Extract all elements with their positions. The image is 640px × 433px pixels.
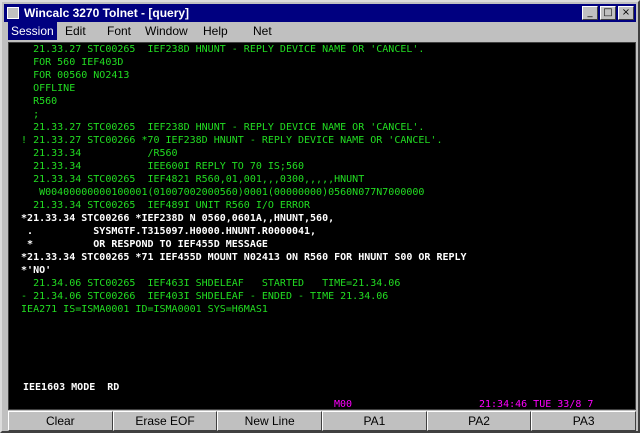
pa3-button[interactable]: PA3	[531, 411, 637, 431]
pa1-button[interactable]: PA1	[322, 411, 427, 431]
terminal-line: OFFLINE	[9, 83, 76, 94]
title-bar: Wincalc 3270 Tolnet - [query] _ □ ×	[4, 4, 636, 22]
terminal-line: *21.33.34 STC00265 *71 IEF455D MOUNT N02…	[9, 252, 467, 263]
minimize-button[interactable]: _	[582, 6, 598, 20]
terminal-screen[interactable]: 21.33.27 STC00265 IEF238D HNUNT - REPLY …	[8, 42, 636, 410]
menu-edit[interactable]: Edit	[62, 22, 89, 40]
window-controls: _ □ ×	[582, 6, 634, 20]
function-button-row: Clear Erase EOF New Line PA1 PA2 PA3	[8, 411, 637, 431]
close-button[interactable]: ×	[618, 6, 634, 20]
app-icon[interactable]	[7, 7, 19, 19]
app-window: Wincalc 3270 Tolnet - [query] _ □ × Sess…	[0, 0, 640, 433]
pa2-button[interactable]: PA2	[426, 411, 532, 431]
maximize-button[interactable]: □	[600, 6, 616, 20]
terminal-line: ;	[9, 109, 40, 120]
terminal-line: R560	[9, 96, 58, 107]
terminal-line: 21.33.27 STC00265 IEF238D HNUNT - REPLY …	[9, 44, 425, 55]
terminal-line: IEA271 IS=ISMA0001 ID=ISMA0001 SYS=H6MAS…	[9, 304, 268, 315]
menu-bar: Session Edit Font Window Help Net	[4, 22, 636, 40]
new-line-button[interactable]: New Line	[217, 411, 323, 431]
terminal-line: *21.33.34 STC00266 *IEF238D N 0560,0601A…	[9, 213, 335, 224]
terminal-line: - 21.34.06 STC00266 IEF403I SHDELEAF - E…	[9, 291, 389, 302]
terminal-line: * OR RESPOND TO IEF455D MESSAGE	[9, 239, 268, 250]
terminal-line: 21.33.34 STC00265 IEF489I UNIT R560 I/O …	[9, 200, 311, 211]
terminal-line: 21.33.27 STC00265 IEF238D HNUNT - REPLY …	[9, 122, 425, 133]
terminal-line: 21.33.34 IEE600I REPLY TO 70 IS;560	[9, 161, 305, 172]
command-line[interactable]: IEE1603 MODE RD	[23, 382, 119, 393]
menu-font[interactable]: Font	[104, 22, 134, 40]
status-indicator: M00	[334, 399, 353, 410]
clear-button[interactable]: Clear	[8, 411, 113, 431]
window-title: Wincalc 3270 Tolnet - [query]	[24, 6, 190, 20]
menu-help[interactable]: Help	[200, 22, 231, 40]
terminal-line: 21.33.34 STC00265 IEF4821 R560,01,001,,,…	[9, 174, 365, 185]
status-datetime: 21:34:46 TUE 33/8 7	[479, 399, 594, 410]
terminal-line: FOR 00560 NO2413	[9, 70, 130, 81]
terminal-line: 21.34.06 STC00265 IEF463I SHDELEAF START…	[9, 278, 401, 289]
terminal-line: *'NO'	[9, 265, 52, 276]
terminal-line: W00400000000100001(01007002000560)0001(0…	[9, 187, 425, 198]
menu-net[interactable]: Net	[250, 22, 275, 40]
menu-session[interactable]: Session	[8, 22, 57, 40]
terminal-line: ! 21.33.27 STC00266 *70 IEF238D HNUNT - …	[9, 135, 443, 146]
erase-eof-button[interactable]: Erase EOF	[112, 411, 218, 431]
terminal-line: FOR 560 IEF403D	[9, 57, 124, 68]
menu-window[interactable]: Window	[142, 22, 191, 40]
terminal-line: . SYSMGTF.T315097.H0000.HNUNT.R0000041,	[9, 226, 317, 237]
terminal-line: 21.33.34 /R560	[9, 148, 178, 159]
